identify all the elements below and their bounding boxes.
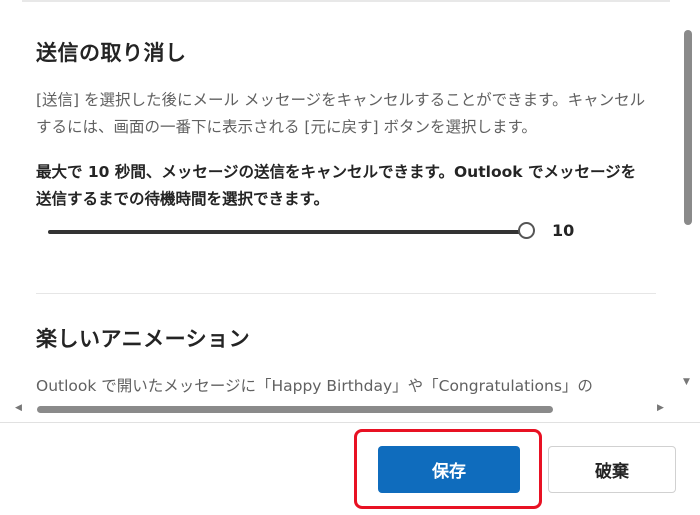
- chevron-right-icon[interactable]: ▶: [657, 403, 664, 413]
- undo-send-note: 最大で 10 秒間、メッセージの送信をキャンセルできます。Outlook でメッ…: [36, 163, 637, 208]
- save-button[interactable]: 保存: [378, 446, 520, 493]
- undo-send-title: 送信の取り消し: [36, 41, 187, 65]
- undo-send-slider-thumb[interactable]: [517, 222, 535, 239]
- settings-scroll-area[interactable]: 送信の取り消し [送信] を選択した後にメール メッセージをキャンセルすることが…: [0, 0, 700, 422]
- animations-title: 楽しいアニメーション: [36, 327, 251, 351]
- vertical-scrollbar-thumb[interactable]: [684, 30, 692, 225]
- undo-send-slider-value: 10: [552, 221, 575, 240]
- section-divider: [36, 293, 656, 294]
- footer-divider: [0, 422, 700, 423]
- horizontal-scrollbar[interactable]: ◀ ▶: [0, 400, 684, 420]
- chevron-left-icon[interactable]: ◀: [15, 403, 22, 413]
- undo-send-slider-track[interactable]: [48, 230, 526, 234]
- animations-description: Outlook で開いたメッセージに「Happy Birthday」や「Cong…: [36, 377, 593, 395]
- discard-button[interactable]: 破棄: [548, 446, 676, 493]
- horizontal-scrollbar-thumb[interactable]: [37, 406, 553, 413]
- chevron-down-icon[interactable]: ▼: [683, 377, 690, 387]
- undo-send-description: [送信] を選択した後にメール メッセージをキャンセルすることができます。キャン…: [36, 91, 646, 136]
